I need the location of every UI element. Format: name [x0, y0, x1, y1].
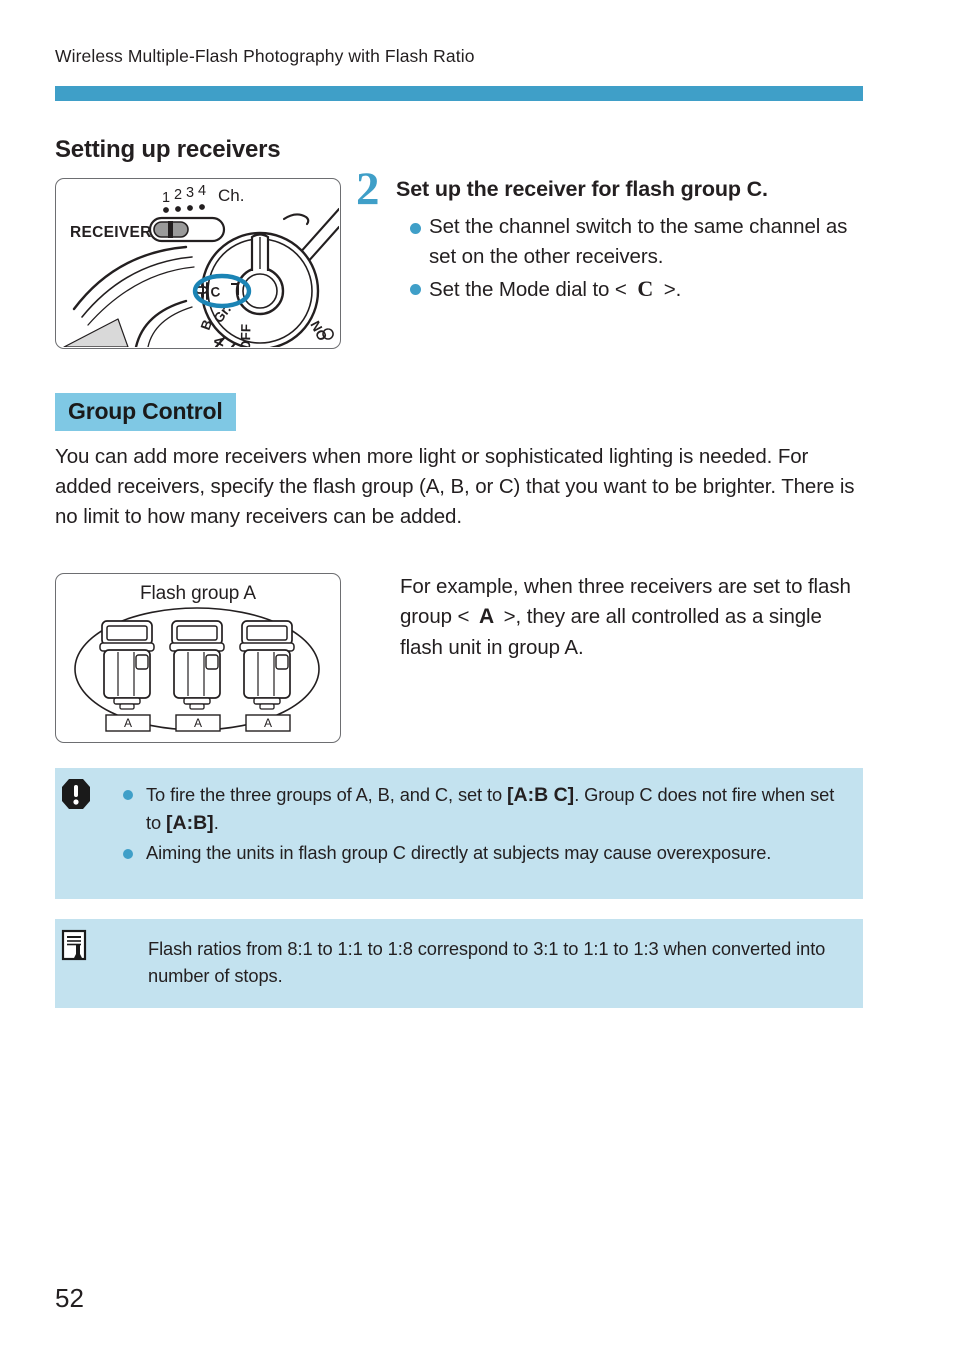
info-note-box: Flash ratios from 8:1 to 1:1 to 1:8 corr…: [55, 919, 863, 1008]
step-bullet-list: Set the channel switch to the same chann…: [396, 212, 856, 304]
flash-unit-2-label: A: [194, 716, 202, 730]
group-control-heading: Group Control: [55, 393, 236, 431]
svg-text:3: 3: [186, 185, 194, 201]
mode-dial-c-glyph: C: [637, 275, 654, 301]
dial-label-c: C: [210, 284, 222, 300]
caution-exclamation-icon: [62, 779, 90, 809]
info-note-text: Flash ratios from 8:1 to 1:1 to 1:8 corr…: [148, 938, 826, 986]
channel-numbers: 1 2 3 4: [162, 183, 206, 206]
flash-unit-3: A: [239, 620, 295, 732]
svg-text:2: 2: [174, 187, 182, 203]
mode-dial: C Gr. B A OFF A NO: [195, 231, 330, 347]
page-title: Setting up receivers: [55, 136, 281, 163]
header-rule: [55, 86, 863, 101]
channel-switch: [148, 216, 226, 243]
flash-unit-1-label: A: [124, 716, 132, 730]
step-bullet-mode-text-before: Set the Mode dial to <: [429, 277, 633, 301]
step-bullet-channel-text: Set the channel switch to the same chann…: [429, 215, 848, 268]
caution-note-box: To fire the three groups of A, B, and C,…: [55, 768, 863, 899]
flash-unit-1: A: [99, 620, 155, 732]
page-number: 52: [55, 1283, 84, 1313]
caution-note-list: To fire the three groups of A, B, and C,…: [121, 781, 841, 870]
group-control-paragraph: You can add more receivers when more lig…: [55, 445, 855, 529]
flash-unit-2: A: [169, 620, 225, 732]
svg-text:4: 4: [198, 183, 206, 199]
step-bullet-channel: Set the channel switch to the same chann…: [396, 212, 856, 271]
caution-item2-seg1: Aiming the units in flash group C direct…: [146, 842, 772, 864]
receiver-camera-illustration: RECEIVER 1 2 3 4 Ch. C Gr. B A OFF NO: [63, 183, 339, 347]
caution-item1-seg1: To fire the three groups of A, B, and C,…: [146, 784, 508, 805]
caution-note-item-1: To fire the three groups of A, B, and C,…: [121, 781, 841, 837]
flash-group-a-glyph: A: [479, 605, 495, 629]
note-document-icon: [61, 929, 87, 961]
step-title: Set up the receiver for flash group C.: [396, 177, 768, 201]
example-paragraph: For example, when three receivers are se…: [400, 572, 868, 663]
flash-unit-3-label: A: [264, 716, 272, 730]
dial-label-a: A: [211, 336, 227, 347]
flash-group-figure: Flash group A A A A: [55, 573, 341, 743]
channel-unit-label: Ch.: [218, 186, 244, 205]
caution-item1-seg3: .: [213, 812, 219, 834]
step-bullet-mode-text-after: >.: [658, 277, 682, 301]
receiver-camera-figure: RECEIVER 1 2 3 4 Ch. C Gr. B A OFF NO: [55, 178, 341, 349]
receiver-label: RECEIVER: [70, 224, 152, 241]
running-header: Wireless Multiple-Flash Photography with…: [55, 46, 475, 66]
flash-group-illustration: A A A: [74, 607, 320, 732]
step-2-block: 2 Set up the receiver for flash group C.…: [356, 166, 856, 305]
caution-item1-code1: [A:B C]: [507, 784, 575, 806]
step-number: 2: [356, 163, 380, 215]
step-bullet-mode-dial: Set the Mode dial to < C >.: [396, 273, 856, 305]
caution-note-item-2: Aiming the units in flash group C direct…: [121, 840, 841, 866]
dial-label-off: OFF: [238, 324, 253, 347]
caution-item1-code2: [A:B]: [166, 812, 214, 835]
svg-text:1: 1: [162, 190, 170, 206]
